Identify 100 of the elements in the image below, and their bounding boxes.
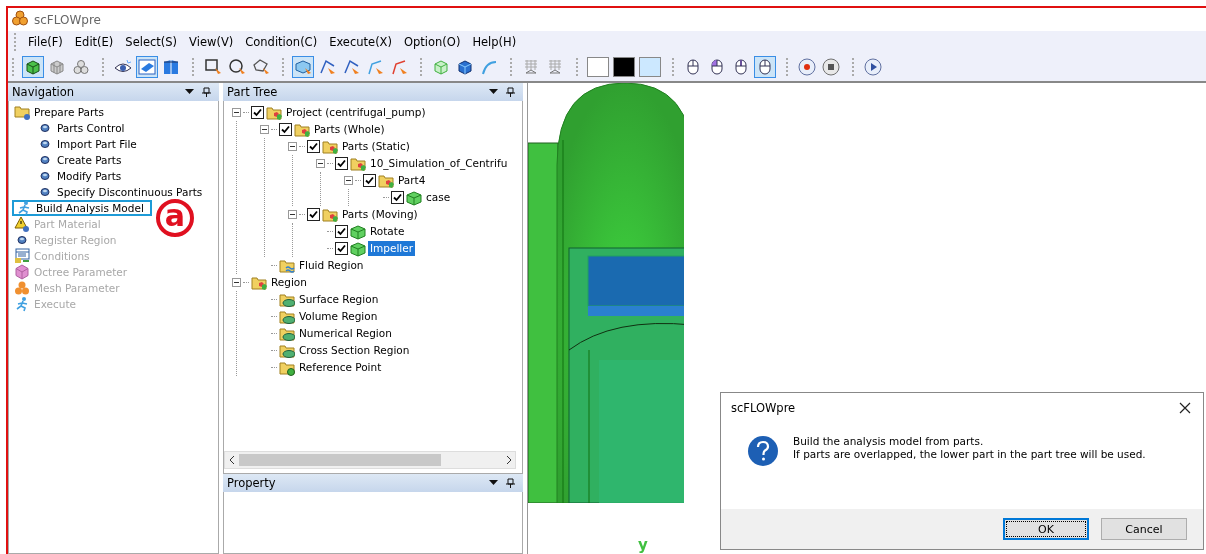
dialog-button[interactable]: Cancel	[1101, 518, 1187, 540]
folder-icon	[279, 325, 295, 342]
menu-item[interactable]: Edit(E)	[68, 33, 120, 51]
tree-item[interactable]: Numerical Region	[297, 326, 394, 341]
cube-icon	[350, 223, 366, 240]
tree-item[interactable]: Cross Section Region	[297, 343, 412, 358]
pin-icon[interactable]	[506, 478, 515, 488]
navigation-item[interactable]: Import Part File	[35, 136, 139, 152]
color-swatch[interactable]	[612, 56, 636, 78]
tree-item[interactable]: Parts (Moving)	[340, 207, 420, 222]
menu-item[interactable]: Execute(X)	[323, 33, 398, 51]
tree-item[interactable]: Surface Region	[297, 292, 381, 307]
collapse-icon[interactable]	[232, 278, 241, 287]
box-icon	[162, 58, 180, 76]
collapse-icon[interactable]	[344, 176, 353, 185]
circle-select-icon	[228, 58, 246, 76]
menu-item[interactable]: Option(O)	[398, 33, 467, 51]
folder-icon	[279, 308, 295, 325]
3d-viewport[interactable]: y scFLOWpre Build the analysis model from parts. If parts are overlapped, the lower part in the part tree will be used. OK Cancel	[527, 83, 1206, 554]
navigation-item[interactable]: Create Parts	[35, 152, 124, 168]
menu-item[interactable]: Select(S)	[119, 33, 184, 51]
navigation-item[interactable]: Specify Discontinuous Parts	[35, 184, 205, 200]
checkbox[interactable]	[307, 140, 320, 153]
toolbar-button[interactable]	[862, 56, 884, 78]
navigation-item[interactable]: Build Analysis Model	[12, 200, 152, 216]
navigation-item[interactable]: Modify Parts	[35, 168, 124, 184]
spheres-icon	[72, 58, 90, 76]
folder-icon	[279, 291, 295, 308]
collapse-icon[interactable]	[232, 108, 241, 117]
dropdown-icon[interactable]	[185, 89, 194, 95]
cube-icon	[456, 58, 474, 76]
dropdown-icon[interactable]	[489, 89, 498, 95]
mouse-icon	[756, 58, 774, 76]
panel-title: Part Tree	[227, 85, 278, 99]
checkbox[interactable]	[335, 157, 348, 170]
close-button[interactable]	[1177, 400, 1193, 416]
collapse-icon[interactable]	[288, 210, 297, 219]
toolbar-button[interactable]	[820, 56, 842, 78]
tree-item[interactable]: Impeller	[368, 241, 416, 256]
tree-item[interactable]: Project (centrifugal_pump)	[284, 105, 428, 120]
horizontal-scrollbar[interactable]	[224, 451, 516, 469]
window-title: scFLOWpre	[34, 12, 101, 27]
axis-label: y	[638, 536, 648, 554]
play-icon	[864, 58, 882, 76]
face-pick-icon	[318, 58, 336, 76]
tree-item[interactable]: Reference Point	[297, 360, 384, 375]
cube-icon	[24, 58, 42, 76]
menu-item[interactable]: File(F)	[22, 33, 69, 51]
folder-icon	[279, 359, 295, 376]
tree-item[interactable]: Rotate	[368, 224, 407, 239]
menu-item[interactable]: Help(H)	[466, 33, 523, 51]
dialog-message: If parts are overlapped, the lower part in the part tree will be used.	[793, 448, 1146, 461]
checkbox[interactable]	[363, 174, 376, 187]
stop-icon	[822, 58, 840, 76]
edge-pick-icon	[366, 58, 384, 76]
grid-icon	[522, 58, 540, 76]
checkbox[interactable]	[335, 242, 348, 255]
pin-icon[interactable]	[202, 87, 211, 97]
cube-icon	[350, 240, 366, 257]
tree-item[interactable]: Fluid Region	[297, 258, 366, 273]
panel-title: Navigation	[12, 85, 75, 99]
runner-icon	[16, 200, 32, 216]
menu-item[interactable]: View(V)	[183, 33, 240, 51]
folder-icon	[322, 138, 338, 155]
tree-item[interactable]: case	[424, 190, 453, 205]
tree-item[interactable]: Parts (Whole)	[312, 122, 387, 137]
pin-icon[interactable]	[506, 87, 515, 97]
checkbox[interactable]	[307, 208, 320, 221]
toolbar-button[interactable]	[754, 56, 776, 78]
folder-icon	[294, 121, 310, 138]
cube-select-icon	[294, 58, 312, 76]
checkbox[interactable]	[335, 225, 348, 238]
folder-icon	[266, 104, 282, 121]
grid-icon	[546, 58, 564, 76]
record-icon	[798, 58, 816, 76]
checkbox[interactable]	[391, 191, 404, 204]
checkbox[interactable]	[279, 123, 292, 136]
menu-item[interactable]: Condition(C)	[239, 33, 324, 51]
tree-item[interactable]: Volume Region	[297, 309, 380, 324]
navigation-item[interactable]: Parts Control	[35, 120, 127, 136]
rectangle-select-icon	[204, 58, 222, 76]
checkbox[interactable]	[251, 106, 264, 119]
collapse-icon[interactable]	[288, 142, 297, 151]
tree-item[interactable]: 10_Simulation_of_Centrifu	[368, 156, 510, 171]
tree-item[interactable]: Region	[269, 275, 309, 290]
tree-item[interactable]: Part4	[396, 173, 428, 188]
navigation-item[interactable]: Prepare Parts	[12, 104, 106, 120]
tree-item[interactable]: Parts (Static)	[340, 139, 412, 154]
panel-title: Property	[227, 476, 276, 490]
color-swatch[interactable]	[638, 56, 662, 78]
toolbar-button[interactable]	[22, 56, 44, 78]
close-icon	[1179, 402, 1191, 414]
form-icon	[14, 248, 30, 264]
collapse-icon[interactable]	[316, 159, 325, 168]
color-swatch[interactable]	[586, 56, 610, 78]
runner-icon	[14, 296, 30, 312]
hexagon-icon	[14, 264, 30, 280]
dialog-button[interactable]: OK	[1003, 518, 1089, 540]
collapse-icon[interactable]	[260, 125, 269, 134]
dropdown-icon[interactable]	[489, 480, 498, 486]
